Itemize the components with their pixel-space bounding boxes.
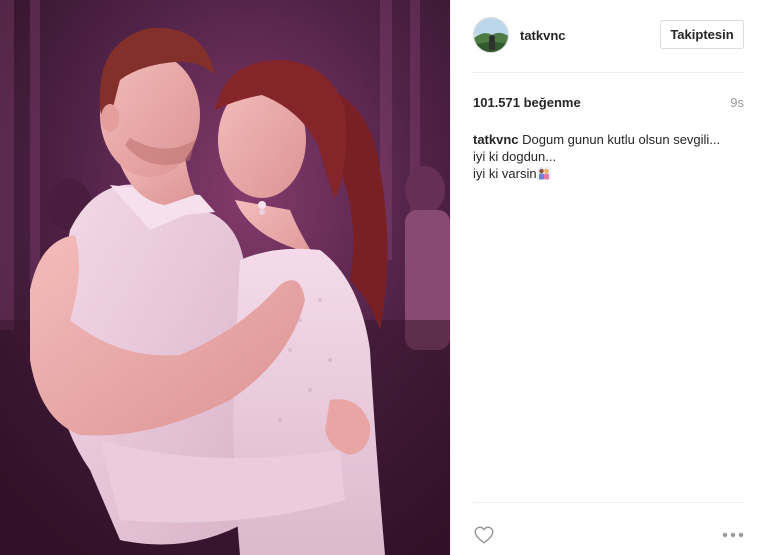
header-divider (473, 72, 744, 73)
couple-emoji-icon (536, 167, 551, 180)
post-caption: tatkvnc Dogum gunun kutlu olsun sevgili.… (473, 131, 748, 182)
post-time[interactable]: 9s (730, 95, 744, 110)
post-header: tatkvnc Takiptesin (473, 17, 744, 57)
actions-divider (473, 502, 744, 503)
post-details-panel: tatkvnc Takiptesin 101.571 beğenme 9s ta… (450, 0, 761, 555)
caption-line-3: iyi ki varsin (473, 165, 748, 182)
caption-text-1: Dogum gunun kutlu olsun sevgili... (522, 132, 721, 147)
caption-text-3: iyi ki varsin (473, 166, 537, 181)
avatar-landscape-icon (474, 18, 508, 52)
caption-username[interactable]: tatkvnc (473, 132, 519, 147)
post-photo[interactable] (0, 0, 450, 555)
caption-line-1: tatkvnc Dogum gunun kutlu olsun sevgili.… (473, 131, 748, 148)
avatar[interactable] (473, 17, 509, 53)
heart-outline-icon[interactable] (473, 524, 495, 546)
likes-count[interactable]: 101.571 beğenme (473, 95, 581, 110)
more-options-icon[interactable] (721, 528, 745, 542)
caption-line-2: iyi ki dogdun... (473, 149, 557, 164)
author-username[interactable]: tatkvnc (520, 28, 566, 43)
following-button[interactable]: Takiptesin (660, 20, 744, 49)
instagram-post: tatkvnc Takiptesin 101.571 beğenme 9s ta… (0, 0, 761, 555)
photo-illustration (0, 0, 450, 555)
